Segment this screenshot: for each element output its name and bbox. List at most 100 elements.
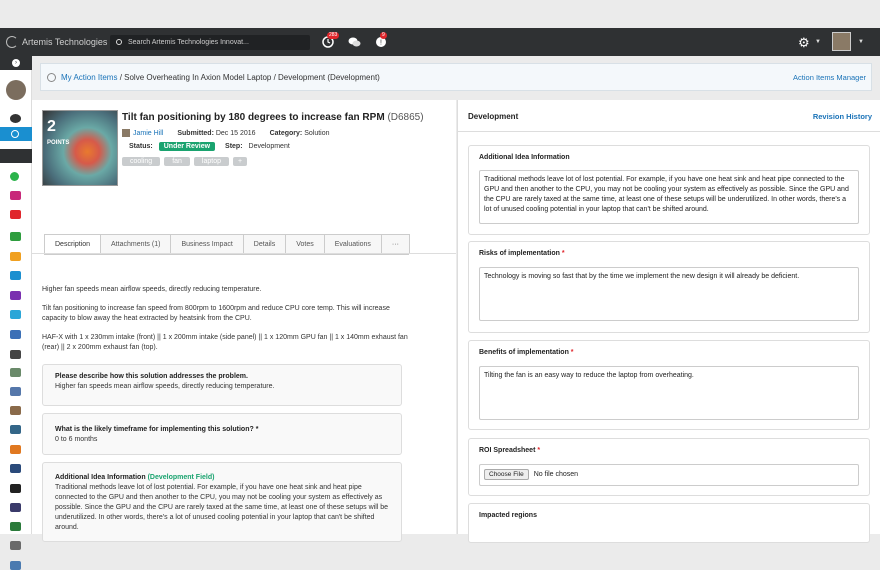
- sidebar-item-app-16[interactable]: [10, 484, 21, 493]
- tag[interactable]: cooling: [122, 157, 161, 166]
- field-label: Benefits of implementation *: [479, 349, 574, 356]
- breadcrumb-my-action-items[interactable]: My Action Items: [61, 73, 117, 82]
- description-p2: Tilt fan positioning to increase fan spe…: [42, 305, 390, 322]
- sidebar-divider: [0, 149, 32, 163]
- idea-meta: Jamie Hill Submitted: Dec 15 2016 Catego…: [122, 129, 330, 137]
- status-label: Status:: [129, 143, 153, 150]
- idea-title: Tilt fan positioning by 180 degrees to i…: [122, 112, 424, 123]
- tab-business-impact[interactable]: Business Impact: [170, 234, 244, 254]
- sidebar-avatar[interactable]: [6, 80, 26, 100]
- sidebar-item-app-20[interactable]: [10, 561, 21, 570]
- additional-info-textarea[interactable]: Traditional methods leave lot of lost po…: [479, 170, 859, 224]
- sidebar-item-action-items[interactable]: [0, 127, 32, 141]
- idea-status: Status: Under Review Step: Development: [129, 142, 290, 151]
- add-tag-button[interactable]: +: [233, 157, 248, 166]
- sidebar-item-add[interactable]: [10, 172, 19, 181]
- field-label: Impacted regions: [479, 512, 537, 519]
- user-avatar[interactable]: [832, 32, 851, 51]
- sidebar-item-app-5[interactable]: [10, 271, 21, 280]
- search-input[interactable]: Search Artemis Technologies Innovat...: [110, 35, 310, 50]
- choose-file-button[interactable]: Choose File: [484, 469, 529, 480]
- card-answer: Traditional methods leave lot of lost po…: [55, 484, 389, 531]
- field-label: Risks of implementation *: [479, 250, 565, 257]
- description-p1: Higher fan speeds mean airflow speeds, d…: [42, 286, 262, 293]
- status-badge: Under Review: [158, 142, 216, 151]
- app-logo[interactable]: Artemis Technologies: [6, 36, 107, 48]
- top-bar: Artemis Technologies Search Artemis Tech…: [0, 28, 880, 56]
- tab-details[interactable]: Details: [242, 234, 287, 254]
- chat-icon[interactable]: [348, 36, 361, 48]
- field-label: ROI Spreadsheet *: [479, 447, 541, 454]
- sidebar-item-app-8[interactable]: [10, 330, 21, 339]
- development-field-tag: (Development Field): [147, 474, 215, 481]
- sidebar-item-app-13[interactable]: [10, 425, 21, 434]
- tag[interactable]: laptop: [193, 157, 229, 166]
- idea-title-text: Tilt fan positioning by 180 degrees to i…: [122, 112, 385, 123]
- svg-text:!: !: [380, 40, 382, 47]
- settings-caret-icon[interactable]: ▼: [815, 39, 821, 45]
- field-impacted-regions: Impacted regions: [468, 503, 870, 543]
- idea-thumbnail[interactable]: 2 POINTS: [42, 110, 118, 186]
- sidebar-toggle[interactable]: ›: [0, 56, 32, 70]
- sidebar-item-app-12[interactable]: [10, 406, 21, 415]
- author-link[interactable]: Jamie Hill: [133, 130, 163, 137]
- development-panel: Development Revision History Additional …: [457, 100, 880, 543]
- tab-description[interactable]: Description: [44, 234, 102, 254]
- sidebar-item-app-7[interactable]: [10, 310, 21, 319]
- field-additional-idea-info: Additional Idea Information Traditional …: [468, 145, 870, 235]
- alerts-badge: 9: [380, 32, 387, 39]
- tab-attachments[interactable]: Attachments (1): [100, 234, 172, 254]
- file-status: No file chosen: [533, 471, 579, 478]
- tag[interactable]: fan: [164, 157, 190, 166]
- risks-textarea[interactable]: Technology is moving so fast that by the…: [479, 267, 859, 321]
- card-question: What is the likely timeframe for impleme…: [55, 426, 259, 433]
- sidebar-item-app-9[interactable]: [10, 350, 21, 359]
- sidebar-item-app-19[interactable]: [10, 541, 21, 550]
- description-p3: HAF-X with 1 x 230mm intake (front) || 1…: [42, 334, 408, 351]
- sidebar-item-app-17[interactable]: [10, 503, 21, 512]
- sidebar: ›: [0, 56, 32, 570]
- submitted-date: Dec 15 2016: [215, 129, 256, 137]
- card-answer: Higher fan speeds mean airflow speeds, d…: [55, 383, 275, 390]
- step-value: Development: [248, 143, 290, 150]
- card-answer: 0 to 6 months: [55, 436, 98, 443]
- tab-votes[interactable]: Votes: [285, 234, 325, 254]
- sidebar-item-dashboard[interactable]: [10, 114, 21, 123]
- benefits-textarea[interactable]: Tilting the fan is an easy way to reduce…: [479, 366, 859, 420]
- category-value: Solution: [304, 129, 330, 137]
- sidebar-item-app-3[interactable]: [10, 232, 21, 241]
- chevron-right-icon: ›: [12, 59, 20, 67]
- field-label: Additional Idea Information: [479, 154, 570, 161]
- settings-gear-icon[interactable]: ⚙: [798, 35, 810, 51]
- sidebar-item-app-15[interactable]: [10, 464, 21, 473]
- breadcrumb: My Action Items / Solve Overheating In A…: [40, 63, 872, 91]
- category-label: Category:: [269, 129, 303, 137]
- roi-file-input[interactable]: Choose File No file chosen: [479, 464, 859, 486]
- breadcrumb-rest: / Solve Overheating In Axion Model Lapto…: [117, 73, 380, 82]
- idea-id: (D6865): [387, 112, 424, 123]
- tab-evaluations[interactable]: Evaluations: [323, 234, 382, 254]
- alerts-icon[interactable]: ! 9: [375, 32, 387, 48]
- tab-more[interactable]: ···: [380, 234, 410, 254]
- sidebar-item-app-18[interactable]: [10, 522, 21, 531]
- sidebar-item-app-14[interactable]: [10, 445, 21, 454]
- idea-tabs: Description Attachments (1) Business Imp…: [44, 234, 410, 255]
- panel-heading: Development: [468, 112, 519, 121]
- sidebar-item-app-10[interactable]: [10, 368, 21, 377]
- points-value: 2: [47, 118, 56, 135]
- answer-card: Additional Idea Information (Development…: [42, 462, 402, 542]
- app-name: Artemis Technologies: [22, 37, 108, 47]
- user-menu-caret-icon[interactable]: ▼: [858, 39, 864, 45]
- notifications-icon[interactable]: 283: [322, 32, 340, 48]
- panel-divider: [458, 131, 880, 132]
- action-items-manager-link[interactable]: Action Items Manager: [793, 73, 866, 82]
- revision-history-link[interactable]: Revision History: [813, 112, 872, 121]
- clock-icon: [11, 130, 19, 138]
- sidebar-item-app-6[interactable]: [10, 291, 21, 300]
- field-benefits: Benefits of implementation * Tilting the…: [468, 340, 870, 430]
- sidebar-item-app-2[interactable]: [10, 210, 21, 219]
- sidebar-item-app-11[interactable]: [10, 387, 21, 396]
- notifications-badge: 283: [327, 32, 340, 39]
- sidebar-item-app-1[interactable]: [10, 191, 21, 200]
- sidebar-item-app-4[interactable]: [10, 252, 21, 261]
